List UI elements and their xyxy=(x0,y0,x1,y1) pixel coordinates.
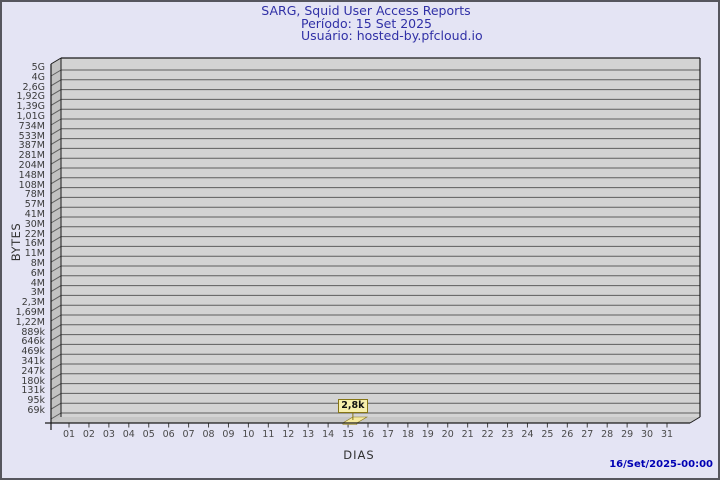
x-tick-label: 14 xyxy=(322,429,335,440)
x-tick-label: 05 xyxy=(142,429,155,440)
y-tick-label: 69k xyxy=(27,405,45,416)
x-tick-label: 08 xyxy=(202,429,215,440)
x-tick-label: 28 xyxy=(601,429,614,440)
generated-timestamp: 16/Set/2025-00:00 xyxy=(609,459,713,470)
x-tick-label: 15 xyxy=(342,429,355,440)
x-tick-label: 10 xyxy=(242,429,255,440)
x-tick-label: 09 xyxy=(222,429,235,440)
x-tick-label: 06 xyxy=(162,429,175,440)
x-tick-label: 03 xyxy=(102,429,115,440)
x-tick-label: 26 xyxy=(561,429,574,440)
x-axis-tick-labels: 01 02 03 04 05 06 07 08 09 10 11 12 13 14 15 16 17 18 19 20… xyxy=(0,429,720,443)
x-tick-label: 22 xyxy=(481,429,494,440)
x-tick-label: 04 xyxy=(122,429,135,440)
x-tick-label: 21 xyxy=(461,429,474,440)
x-tick-label: 30 xyxy=(641,429,654,440)
x-axis-title: DIAS xyxy=(343,448,375,462)
sarg-report-page: SARG, Squid User Access Reports Período:… xyxy=(0,0,720,480)
data-point-value-label: 2,8k xyxy=(337,399,368,413)
x-tick-label: 17 xyxy=(381,429,394,440)
x-tick-label: 13 xyxy=(302,429,315,440)
x-tick-label: 12 xyxy=(282,429,295,440)
x-tick-label: 24 xyxy=(521,429,534,440)
x-tick-label: 16 xyxy=(361,429,375,440)
x-tick-label: 20 xyxy=(441,429,454,440)
x-tick-label: 18 xyxy=(401,429,414,440)
x-tick-label: 11 xyxy=(262,429,275,440)
x-tick-label: 07 xyxy=(182,429,195,440)
x-tick-label: 23 xyxy=(501,429,514,440)
x-tick-label: 25 xyxy=(541,429,554,440)
x-tick-label: 01 xyxy=(62,429,76,440)
y-axis-tick-labels: 5G 4G 2,6G 1,92G 1,39G 1,01G 734M 533M 387M 281M 2… xyxy=(0,0,45,480)
x-tick-label: 02 xyxy=(82,429,95,440)
x-tick-label: 31 xyxy=(660,429,674,440)
x-tick-label: 19 xyxy=(421,429,434,440)
x-tick-label: 27 xyxy=(581,429,594,440)
x-tick-label: 29 xyxy=(621,429,634,440)
